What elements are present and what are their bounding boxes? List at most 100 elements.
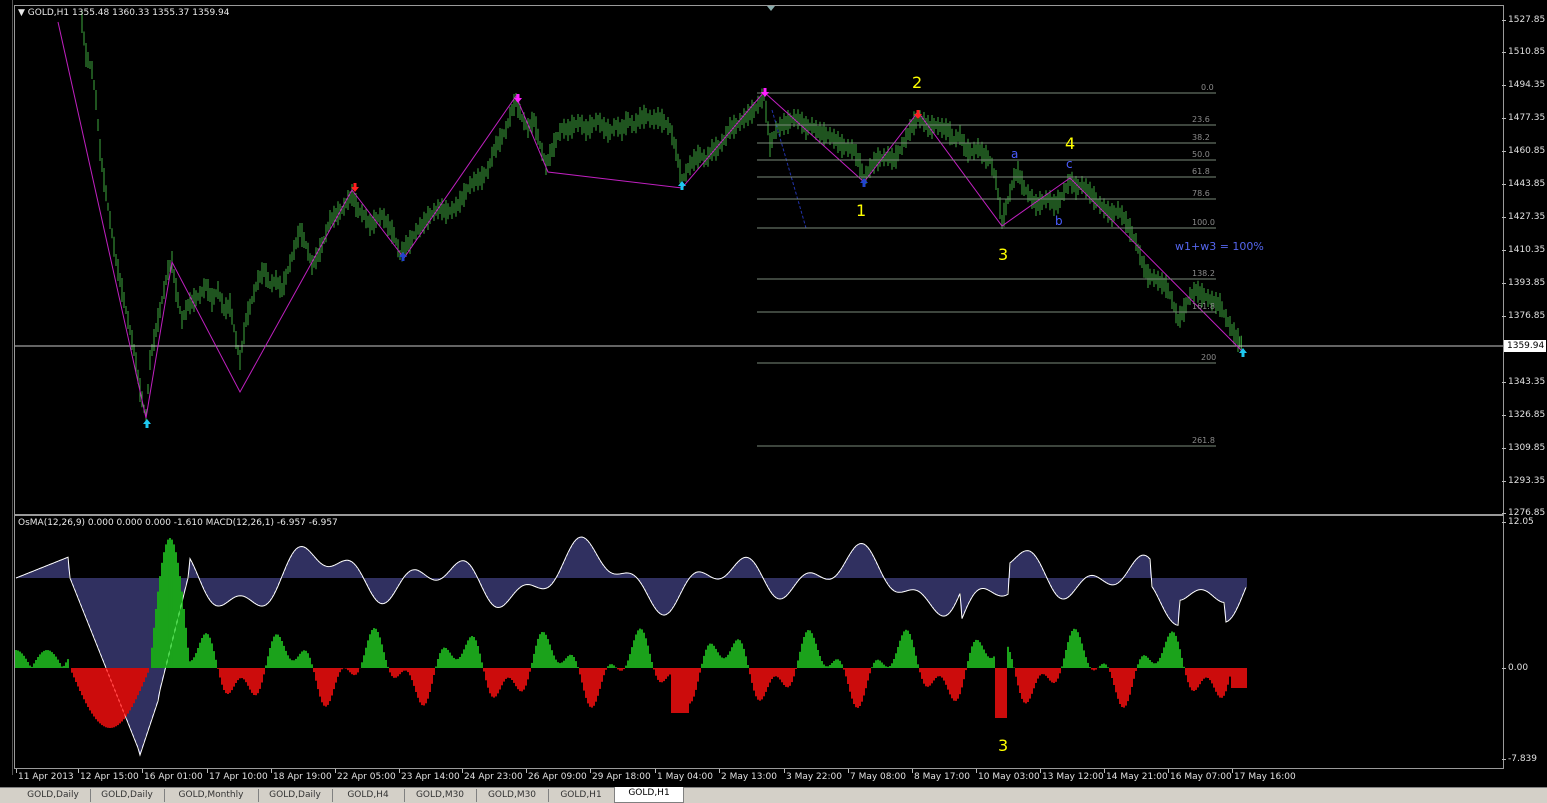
time-tick — [1168, 769, 1169, 773]
chart-tab[interactable]: GOLD,H4 — [332, 789, 405, 802]
symbol-header: GOLD,H1 — [27, 8, 70, 18]
price-tick-label: 1309.85 — [1501, 443, 1546, 453]
fib-level-label: 50.0 — [1192, 150, 1210, 159]
chart-tab-bar: GOLD,Daily GOLD,Daily GOLD,Monthly GOLD,Dai… — [0, 787, 1547, 803]
price-tick-label: 1293.35 — [1501, 476, 1546, 486]
chart-tab[interactable]: GOLD,M30 — [476, 789, 549, 802]
price-axis[interactable]: 1527.85 1510.85 1494.35 1477.35 1460.85 1443.… — [1501, 5, 1547, 769]
wave-label-a: a — [1011, 147, 1019, 161]
fib-level-label: 138.2 — [1192, 269, 1215, 278]
time-tick-label: 17 Apr 10:00 — [209, 772, 268, 782]
time-tick — [399, 769, 400, 773]
down-arrow-icon — [914, 110, 922, 119]
time-tick — [784, 769, 785, 773]
fib-level-label: 200 — [1201, 353, 1217, 362]
fib-level-label: 78.6 — [1192, 189, 1210, 198]
up-arrow-icon — [678, 181, 686, 190]
time-tick-label: 14 May 21:00 — [1106, 772, 1168, 782]
chart-tab[interactable]: GOLD,H1 — [548, 789, 615, 802]
fib-level-label: 261.8 — [1192, 436, 1215, 445]
collapse-triangle-icon[interactable]: ▼ — [18, 8, 25, 18]
fib-level-label: 61.8 — [1192, 167, 1210, 176]
time-tick-label: 8 May 17:00 — [914, 772, 970, 782]
time-tick — [912, 769, 913, 773]
time-axis[interactable]: 11 Apr 2013 12 Apr 15:00 16 Apr 01:00 17 Ap… — [14, 769, 1504, 787]
time-tick — [16, 769, 17, 773]
time-tick — [655, 769, 656, 773]
fib-level-label: 38.2 — [1192, 133, 1210, 142]
time-tick — [207, 769, 208, 773]
price-tick-label: 1410.35 — [1501, 245, 1546, 255]
time-tick-label: 17 May 16:00 — [1234, 772, 1296, 782]
time-tick-label: 12 Apr 15:00 — [80, 772, 139, 782]
wave-annotation: w1+w3 = 100% — [1175, 240, 1264, 253]
time-tick — [976, 769, 977, 773]
chart-tab[interactable]: GOLD,H1 — [614, 787, 684, 803]
time-tick-label: 2 May 13:00 — [721, 772, 777, 782]
price-tick-label: 1477.35 — [1501, 113, 1546, 123]
time-tick-label: 10 May 03:00 — [978, 772, 1040, 782]
osc-tick-label: -7.839 — [1501, 754, 1538, 764]
time-tick-label: 16 Apr 01:00 — [144, 772, 203, 782]
time-tick-label: 1 May 04:00 — [657, 772, 713, 782]
fib-level-label: 0.0 — [1201, 83, 1214, 92]
wave-label-2: 2 — [912, 73, 923, 92]
zigzag-line — [57, 21, 1244, 419]
price-tick-label: 1527.85 — [1501, 15, 1546, 25]
chart-tab[interactable]: GOLD,Daily — [16, 789, 91, 802]
down-arrow-icon — [514, 94, 522, 103]
time-tick — [1104, 769, 1105, 773]
time-tick — [142, 769, 143, 773]
time-tick — [590, 769, 591, 773]
chart-canvas — [15, 6, 1503, 757]
fib-level-label: 100.0 — [1192, 218, 1215, 227]
fib-level-label: 161.8 — [1192, 302, 1215, 311]
chart-tab[interactable]: GOLD,Daily — [90, 789, 165, 802]
wave-label-3: 3 — [998, 245, 1009, 264]
time-tick — [335, 769, 336, 773]
fib-level-label: 23.6 — [1192, 115, 1210, 124]
ohlc-values: 1355.48 1360.33 1355.37 1359.94 — [72, 8, 230, 18]
wave-label-b: b — [1055, 214, 1063, 228]
up-arrow-icon — [143, 419, 151, 428]
price-tick-label: 1460.85 — [1501, 146, 1546, 156]
time-tick-label: 18 Apr 19:00 — [273, 772, 332, 782]
time-tick — [78, 769, 79, 773]
symbol-info: ▼ GOLD,H1 1355.48 1360.33 1355.37 1359.9… — [18, 8, 229, 18]
trend-line — [771, 109, 807, 229]
time-tick — [462, 769, 463, 773]
wave-label-3-osc: 3 — [998, 736, 1009, 755]
time-tick-label: 24 Apr 23:00 — [464, 772, 523, 782]
price-tick-label: 1427.35 — [1501, 212, 1546, 222]
price-tick-label: 1443.85 — [1501, 179, 1546, 189]
time-tick — [848, 769, 849, 773]
price-tick-label: 1494.35 — [1501, 80, 1546, 90]
chart-tab[interactable]: GOLD,M30 — [404, 789, 477, 802]
time-tick-label: 23 Apr 14:00 — [401, 772, 460, 782]
price-tick-label: 1510.85 — [1501, 47, 1546, 57]
price-tick-label: 1326.85 — [1501, 410, 1546, 420]
wave-label-1: 1 — [856, 201, 867, 220]
time-tick-label: 29 Apr 18:00 — [592, 772, 651, 782]
price-tick-label: 1343.35 — [1501, 377, 1546, 387]
time-tick-label: 16 May 07:00 — [1170, 772, 1232, 782]
osc-tick-label: 0.00 — [1501, 663, 1529, 673]
chart-shift-marker-icon — [767, 6, 775, 11]
time-tick — [526, 769, 527, 773]
time-tick-label: 13 May 12:00 — [1042, 772, 1104, 782]
time-tick — [1232, 769, 1233, 773]
chart-tab[interactable]: GOLD,Monthly — [164, 789, 259, 802]
wave-label-c: c — [1066, 157, 1073, 171]
time-tick-label: 22 Apr 05:00 — [337, 772, 396, 782]
time-tick-label: 11 Apr 2013 — [18, 772, 74, 782]
mt4-chart-window: ▼ GOLD,H1 1355.48 1360.33 1355.37 1359.9… — [0, 0, 1547, 803]
chart-tab[interactable]: GOLD,Daily — [258, 789, 333, 802]
time-tick — [719, 769, 720, 773]
price-tick-label: 1393.85 — [1501, 278, 1546, 288]
current-price-label: 1359.94 — [1504, 340, 1546, 352]
wave-label-4: 4 — [1065, 134, 1076, 153]
osc-header: OsMA(12,26,9) 0.000 0.000 0.000 -1.610 M… — [18, 518, 338, 528]
time-tick-label: 3 May 22:00 — [786, 772, 842, 782]
price-tick-label: 1376.85 — [1501, 311, 1546, 321]
time-tick — [271, 769, 272, 773]
